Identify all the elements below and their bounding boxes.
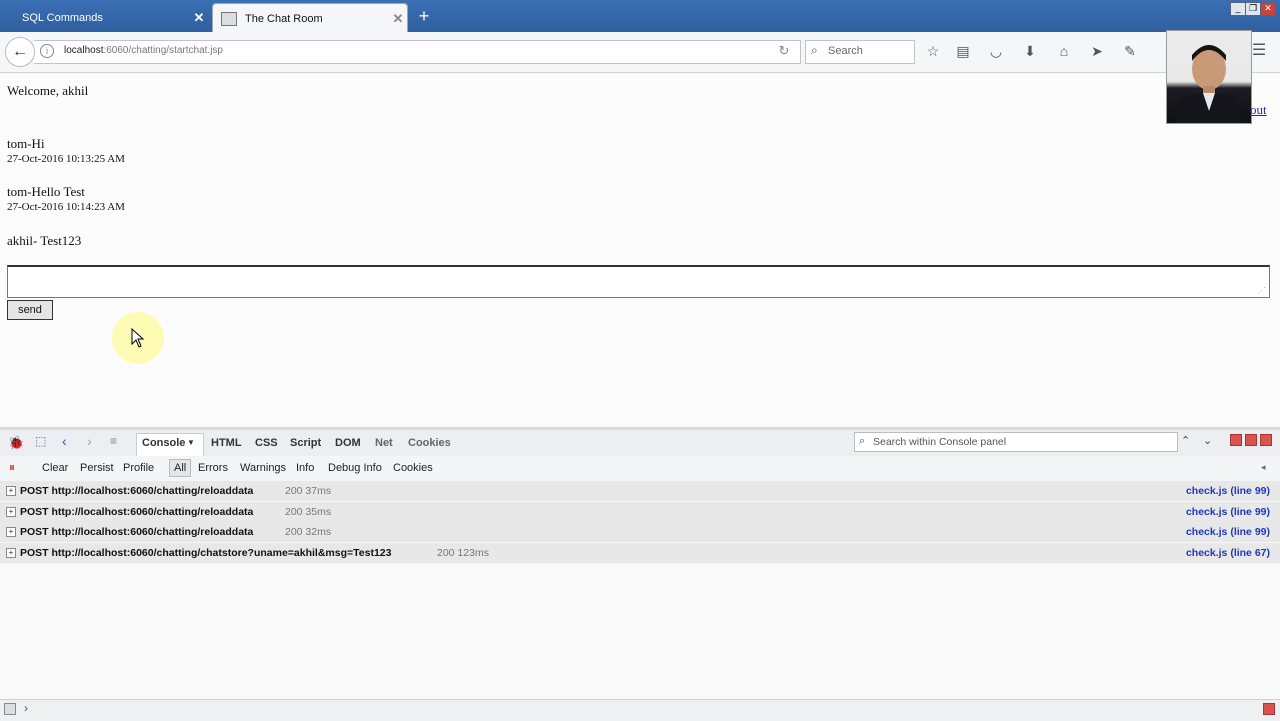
log-request: POST http://localhost:6060/chatting/relo… — [20, 485, 254, 497]
filter-warnings-button[interactable]: Warnings — [240, 462, 286, 474]
log-request: POST http://localhost:6060/chatting/relo… — [20, 506, 254, 518]
close-window-icon[interactable]: ✕ — [1260, 2, 1276, 16]
search-placeholder: Search — [828, 45, 863, 57]
expand-icon[interactable]: + — [6, 548, 16, 558]
log-status: 200 35ms — [285, 506, 332, 518]
home-icon[interactable]: ⌂ — [1055, 42, 1073, 60]
expand-icon[interactable]: + — [6, 527, 16, 537]
chat-message: akhil- Test123 — [7, 233, 82, 248]
toggle-command-editor-icon[interactable] — [1263, 703, 1275, 715]
url-host: localhost — [64, 45, 104, 56]
chevron-down-icon[interactable]: ▼ — [187, 438, 195, 447]
close-icon[interactable]: ✕ — [190, 10, 208, 26]
search-icon: ⌕ — [859, 435, 866, 447]
tab-html[interactable]: HTML — [211, 437, 242, 449]
chevron-down-icon[interactable]: ⌄ — [1203, 434, 1212, 447]
filter-all-button[interactable]: All — [174, 462, 186, 474]
filter-cookies-button[interactable]: Cookies — [393, 462, 433, 474]
back-icon[interactable]: ← — [5, 37, 35, 67]
search-icon: ⌕ — [811, 43, 818, 57]
welcome-text: Welcome, akhil — [7, 83, 89, 98]
inspect-icon[interactable]: ⬚ — [35, 434, 46, 448]
filter-info-button[interactable]: Info — [296, 462, 314, 474]
page-icon — [221, 11, 237, 26]
url-text[interactable]: localhost:6060/chatting/startchat.jsp — [64, 45, 223, 56]
log-request: POST http://localhost:6060/chatting/relo… — [20, 526, 254, 538]
tab-net[interactable]: Net — [375, 437, 393, 449]
chat-timestamp: 27-Oct-2016 10:13:25 AM — [7, 153, 125, 165]
new-tab-icon[interactable]: + — [414, 6, 434, 26]
log-request: POST http://localhost:6060/chatting/chat… — [20, 547, 392, 559]
log-row[interactable]: + POST http://localhost:6060/chatting/re… — [0, 522, 1280, 543]
persist-button[interactable]: Persist — [80, 462, 114, 474]
firebug-icon[interactable]: 🐞 — [8, 435, 24, 451]
mouse-cursor-icon — [131, 327, 145, 351]
download-icon[interactable]: ⬇ — [1021, 42, 1039, 60]
firebug-minimize-icon[interactable] — [1230, 434, 1242, 446]
url-path: :6060/chatting/startchat.jsp — [103, 45, 223, 56]
close-icon[interactable]: ✕ — [389, 11, 407, 27]
send-tab-icon[interactable]: ➤ — [1088, 42, 1106, 60]
tab-cookies[interactable]: Cookies — [408, 437, 451, 449]
chat-message: tom-Hello Test — [7, 184, 85, 199]
bookmark-star-icon[interactable]: ☆ — [924, 42, 942, 60]
tab-css[interactable]: CSS — [255, 437, 278, 449]
send-button[interactable]: send — [7, 300, 53, 320]
console-options-icon[interactable] — [4, 703, 16, 715]
log-row[interactable]: + POST http://localhost:6060/chatting/ch… — [0, 543, 1280, 564]
back-arrow-icon[interactable]: ‹ — [62, 433, 67, 449]
log-row[interactable]: + POST http://localhost:6060/chatting/re… — [0, 502, 1280, 523]
log-status: 200 32ms — [285, 526, 332, 538]
filter-debug-info-button[interactable]: Debug Info — [328, 462, 382, 474]
menu-icon[interactable]: ☰ — [1250, 42, 1268, 60]
user-photo — [1166, 30, 1252, 124]
minimize-icon[interactable]: _ — [1230, 2, 1246, 16]
tab-dom[interactable]: DOM — [335, 437, 361, 449]
log-source-link[interactable]: check.js (line 99) — [1186, 526, 1270, 538]
collapse-left-icon[interactable]: ◂ — [1261, 462, 1266, 473]
chevron-up-icon[interactable]: ⌃ — [1181, 434, 1190, 447]
tab-sql-commands[interactable]: SQL Commands ✕ — [14, 3, 208, 32]
tab-chat-room[interactable]: The Chat Room ✕ — [212, 3, 408, 33]
chat-message: tom-Hi — [7, 136, 45, 151]
tab-script[interactable]: Script — [290, 437, 321, 449]
tab-console[interactable]: Console — [142, 437, 185, 449]
break-on-error-icon[interactable]: ⏸ — [9, 460, 15, 475]
log-source-link[interactable]: check.js (line 99) — [1186, 485, 1270, 497]
firebug-close-icon[interactable] — [1260, 434, 1272, 446]
console-search-placeholder: Search within Console panel — [873, 436, 1007, 448]
logout-link[interactable]: out — [1250, 102, 1267, 118]
message-input[interactable] — [7, 265, 1270, 298]
expand-icon[interactable]: + — [6, 507, 16, 517]
console-filter-bar — [0, 456, 1280, 482]
tab-label: SQL Commands — [22, 11, 103, 24]
filter-errors-button[interactable]: Errors — [198, 462, 228, 474]
pocket-icon[interactable]: ◡ — [987, 42, 1005, 60]
tab-label: The Chat Room — [245, 12, 323, 25]
pencil-icon[interactable]: ✎ — [1121, 42, 1139, 60]
resize-handle-icon[interactable]: ⋰ — [1258, 286, 1266, 295]
command-line-bar[interactable] — [0, 699, 1280, 721]
command-prompt-icon: › — [24, 701, 28, 715]
info-icon[interactable]: i — [40, 44, 54, 58]
profile-button[interactable]: Profile — [123, 462, 154, 474]
log-source-link[interactable]: check.js (line 99) — [1186, 506, 1270, 518]
log-row[interactable]: + POST http://localhost:6060/chatting/re… — [0, 481, 1280, 502]
firebug-detach-icon[interactable] — [1245, 434, 1257, 446]
log-source-link[interactable]: check.js (line 67) — [1186, 547, 1270, 559]
clear-button[interactable]: Clear — [42, 462, 68, 474]
log-status: 200 37ms — [285, 485, 332, 497]
restore-icon[interactable]: ❐ — [1245, 2, 1261, 16]
reading-list-icon[interactable]: ▤ — [954, 42, 972, 60]
expand-icon[interactable]: + — [6, 486, 16, 496]
log-status: 200 123ms — [437, 547, 489, 559]
chat-timestamp: 27-Oct-2016 10:14:23 AM — [7, 201, 125, 213]
forward-arrow-icon[interactable]: › — [87, 433, 92, 449]
reload-icon[interactable]: ↻ — [776, 43, 792, 59]
page-content — [0, 73, 1280, 425]
command-line-icon[interactable]: ≡ — [110, 434, 117, 448]
